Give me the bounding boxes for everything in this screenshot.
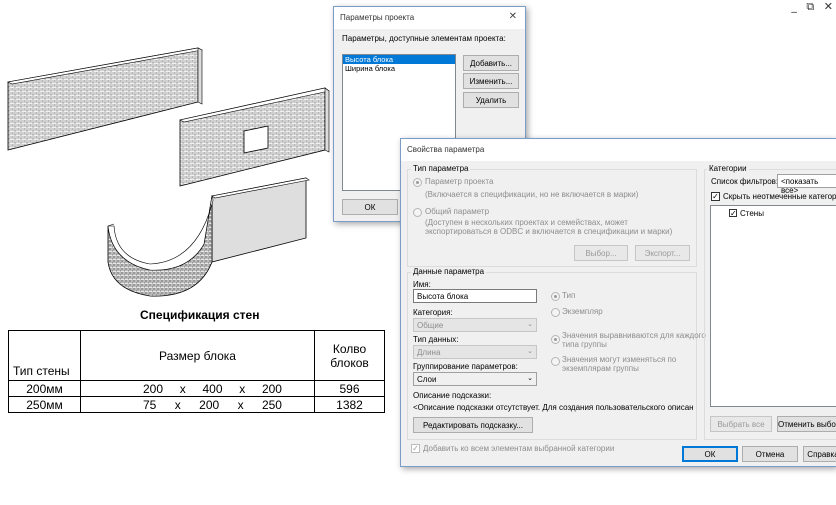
project-param-desc: (Включается в спецификации, но не включа… <box>425 190 639 199</box>
chevron-down-icon: ⌄ <box>527 347 533 355</box>
long-wall <box>7 47 203 151</box>
row-type: 250мм <box>8 396 81 413</box>
tree-item-walls[interactable]: Стены <box>740 209 764 218</box>
shared-param-radio[interactable] <box>413 208 422 217</box>
dialog-titlebar: Параметры проекта ✕ <box>334 7 525 29</box>
chevron-down-icon: ⌄ <box>527 374 533 382</box>
list-item[interactable]: Ширина блока <box>343 64 455 73</box>
dim-2: 200 <box>199 397 220 412</box>
instance-radio-label: Экземпляр <box>562 307 603 316</box>
name-label: Имя: <box>413 280 431 289</box>
dim-2: 400 <box>202 381 223 396</box>
wall-schedule-table: Тип стены Размер блока Колво блоков 200м… <box>8 330 385 413</box>
dim-sep: x <box>179 381 186 396</box>
datatype-label: Тип данных: <box>413 335 459 344</box>
name-input[interactable]: Высота блока <box>413 289 537 303</box>
filter-label: Список фильтров: <box>711 177 779 186</box>
dim-3: 200 <box>261 381 282 396</box>
flat-wall <box>211 177 310 263</box>
grouping-value: Слои <box>417 375 437 384</box>
dim-sep: x <box>239 381 246 396</box>
row-count: 596 <box>314 380 385 397</box>
params-list-label: Параметры, доступные элементам проекта: <box>342 34 506 43</box>
ok-button[interactable]: ОК <box>342 199 398 215</box>
row-type: 200мм <box>8 380 81 397</box>
dialog-title: Свойства параметра <box>407 145 485 154</box>
edit-tooltip-button[interactable]: Редактировать подсказку... <box>413 417 533 433</box>
category-select[interactable]: Общие ⌄ <box>413 318 537 332</box>
dialog-title: Параметры проекта <box>340 13 415 22</box>
table-row: 200мм 200 x 400 x 200 596 <box>8 380 385 397</box>
header-block-size: Размер блока <box>80 330 315 381</box>
window-opening <box>243 125 269 154</box>
parameter-data-heading: Данные параметра <box>411 267 487 276</box>
dialog-titlebar: Свойства параметра <box>401 139 836 161</box>
shared-param-desc-2: экспортироваться в ODBC и включается в с… <box>425 227 673 236</box>
close-icon[interactable]: ✕ <box>509 11 517 22</box>
ok-button[interactable]: ОК <box>682 446 738 462</box>
values-aligned-label-1: Значения выравниваются для каждого <box>562 331 706 340</box>
help-button[interactable]: Справка <box>803 446 836 462</box>
type-radio[interactable] <box>551 292 560 301</box>
dim-1: 75 <box>143 397 157 412</box>
filter-select[interactable]: <показать все> <box>777 174 836 195</box>
row-dimensions: 75 x 200 x 250 <box>80 396 315 413</box>
list-item[interactable]: Высота блока <box>343 55 455 64</box>
shared-param-label: Общий параметр <box>425 207 490 216</box>
type-radio-label: Тип <box>562 291 576 300</box>
add-all-checkbox[interactable]: ✓ <box>411 444 420 453</box>
values-vary-radio[interactable] <box>551 357 560 366</box>
dim-sep: x <box>237 397 244 412</box>
parameter-properties-dialog: Свойства параметра Тип параметра Парамет… <box>400 138 836 467</box>
dim-sep: x <box>174 397 181 412</box>
header-wall-type: Тип стены <box>8 330 81 381</box>
tooltip-value: <Описание подсказки отсутствует. Для соз… <box>413 403 693 412</box>
chevron-down-icon: ⌄ <box>527 320 533 328</box>
dim-3: 250 <box>261 397 282 412</box>
tooltip-label: Описание подсказки: <box>413 391 492 400</box>
row-dimensions: 200 x 400 x 200 <box>80 380 315 397</box>
category-value: Общие <box>417 321 444 330</box>
walls-checkbox[interactable]: ✓ <box>729 209 737 218</box>
table-row: 250мм 75 x 200 x 250 1382 <box>8 396 385 413</box>
grouping-label: Группирование параметров: <box>413 362 518 371</box>
datatype-value: Длина <box>417 348 441 357</box>
project-param-radio[interactable] <box>413 178 422 187</box>
edit-button[interactable]: Изменить... <box>463 73 519 89</box>
cancel-button[interactable]: Отмена <box>742 446 798 462</box>
choose-button[interactable]: Выбор... <box>574 245 628 261</box>
row-count: 1382 <box>314 396 385 413</box>
parameter-type-heading: Тип параметра <box>411 164 471 173</box>
shared-param-desc-1: (Доступен в нескольких проектах и семейс… <box>425 218 628 227</box>
delete-button[interactable]: Удалить <box>463 92 519 108</box>
header-block-count: Колво блоков <box>314 330 385 381</box>
schedule-title: Спецификация стен <box>140 308 260 322</box>
values-aligned-radio[interactable] <box>551 335 560 344</box>
values-vary-label-1: Значения могут изменяться по <box>562 355 677 364</box>
datatype-select[interactable]: Длина ⌄ <box>413 345 537 359</box>
select-all-button[interactable]: Выбрать все <box>710 416 772 432</box>
hide-unchecked-checkbox[interactable]: ✓ <box>711 192 720 201</box>
export-button[interactable]: Экспорт... <box>635 245 690 261</box>
window-controls[interactable]: _ ⧉ ✕ <box>791 0 836 14</box>
wall-with-window <box>179 87 330 187</box>
hide-unchecked-label: Скрыть неотмеченные категории <box>723 192 836 201</box>
add-all-label: Добавить ко всем элементам выбранной кат… <box>423 444 615 453</box>
project-param-label: Параметр проекта <box>425 177 494 186</box>
categories-tree[interactable]: ✓ Стены <box>710 205 836 407</box>
grouping-select[interactable]: Слои ⌄ <box>413 372 537 386</box>
categories-heading: Категории <box>707 164 749 173</box>
add-button[interactable]: Добавить... <box>463 55 519 71</box>
curved-wall <box>107 195 214 297</box>
category-label: Категория: <box>413 308 453 317</box>
values-vary-label-2: экземплярам группы <box>562 364 639 373</box>
deselect-all-button[interactable]: Отменить выбор <box>777 416 836 432</box>
dim-1: 200 <box>143 381 164 396</box>
instance-radio[interactable] <box>551 308 560 317</box>
values-aligned-label-2: типа группы <box>562 340 607 349</box>
